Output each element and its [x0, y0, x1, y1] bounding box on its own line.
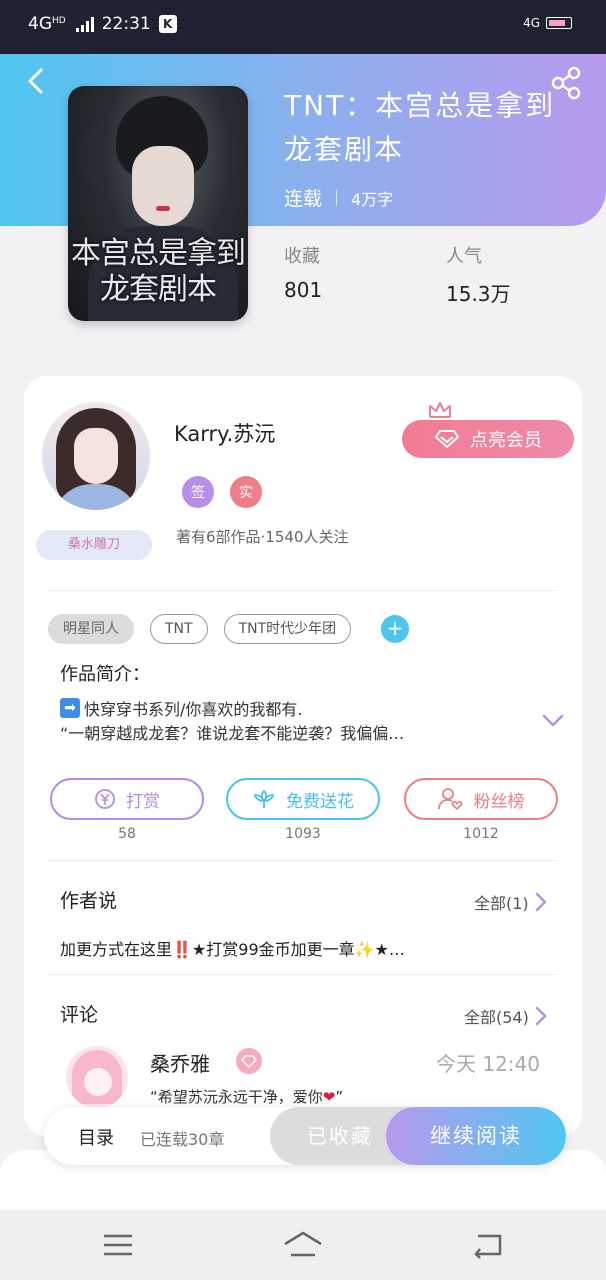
- signal-icon: [75, 16, 94, 32]
- meta-divider: [336, 189, 338, 206]
- status-right: 4G: [523, 16, 572, 30]
- fan-ranking-button[interactable]: 粉丝榜: [404, 778, 558, 820]
- table-of-contents-button[interactable]: 目录: [78, 1124, 114, 1150]
- user-heart-icon: [437, 788, 462, 811]
- vip-diamond-icon: [236, 1048, 262, 1074]
- tag-item[interactable]: TNT: [150, 614, 208, 644]
- stat-popularity: 人气 15.3万: [446, 242, 511, 307]
- send-flower-label: 免费送花: [286, 791, 354, 812]
- author-says-heading: 作者说: [60, 890, 118, 912]
- stat-value: 15.3万: [446, 282, 511, 306]
- cover-figure-face: [132, 146, 194, 226]
- author-role-badges: 签 实: [182, 476, 262, 508]
- intro-heading: 作品简介：: [60, 664, 150, 685]
- vip-button[interactable]: 点亮会员: [402, 420, 574, 458]
- signed-badge: 签: [182, 476, 214, 508]
- commenter-name[interactable]: 桑乔雅: [150, 1048, 210, 1077]
- system-nav-bar: [0, 1210, 606, 1280]
- author-avatar[interactable]: [42, 402, 150, 510]
- vip-button-label: 点亮会员: [470, 430, 542, 451]
- tag-item[interactable]: TNT时代少年团: [223, 614, 352, 644]
- author-says-all-link[interactable]: 全部(1): [474, 890, 547, 914]
- heart-icon: ❤: [322, 1088, 336, 1106]
- clock: 22:31: [101, 14, 151, 34]
- comments-all-link[interactable]: 全部(54): [464, 1004, 547, 1028]
- back-nav-icon[interactable]: [468, 1230, 508, 1260]
- comment-time: 今天 12:40: [436, 1052, 540, 1076]
- fan-badge: 桑水雕刀: [36, 530, 152, 560]
- fan-count: 1012: [463, 826, 499, 842]
- send-flower-button[interactable]: 免费送花: [226, 778, 380, 820]
- comment-text-body: “希望苏沅永远干净，爱你: [150, 1088, 323, 1106]
- intro-line-2: “一朝穿越成龙套？谁说龙套不能逆袭？我偏偏…: [60, 724, 405, 743]
- back-icon[interactable]: [22, 66, 52, 96]
- status-bar: 4GHD 22:31 K 4G: [0, 0, 606, 54]
- crown-icon: [429, 402, 451, 418]
- intro-line-1-text: 快穿穿书系列/你喜欢的我都有.: [84, 700, 303, 719]
- book-detail-card: 桑水雕刀 Karry.苏沅 点亮会员 签 实 著有6部作品·1540人关注 明星…: [24, 376, 582, 1136]
- network-indicator: 4GHD: [28, 14, 66, 34]
- stat-value: 801: [284, 278, 323, 302]
- cover-figure-lips: [156, 206, 170, 211]
- right-network: 4G: [523, 16, 540, 30]
- stat-favorites: 收藏 801: [284, 242, 322, 302]
- author-name[interactable]: Karry.苏沅: [174, 418, 275, 448]
- status-left: 4GHD 22:31 K: [28, 14, 177, 34]
- comment-text: “希望苏沅永远干净，爱你❤”: [150, 1086, 343, 1107]
- divider: [48, 590, 558, 591]
- chevron-down-icon[interactable]: [540, 712, 566, 730]
- continue-reading-button[interactable]: 继续阅读: [386, 1107, 566, 1165]
- author-says-text[interactable]: 加更方式在这里‼️★打赏99金币加更一章✨★…: [60, 936, 405, 960]
- reward-count: 58: [118, 826, 136, 842]
- comment-text-end: ”: [335, 1088, 344, 1106]
- book-meta: 连载 4万字: [284, 184, 393, 211]
- flower-icon: [253, 789, 275, 808]
- commenter-avatar[interactable]: [66, 1046, 128, 1108]
- author-stats: 著有6部作品·1540人关注: [176, 528, 349, 546]
- battery-icon: [546, 17, 572, 29]
- divider: [48, 860, 558, 861]
- arrow-right-icon: ➡: [60, 698, 80, 718]
- stat-label: 人气: [446, 246, 482, 267]
- menu-icon[interactable]: [98, 1230, 138, 1260]
- tag-list: 明星同人 TNT TNT时代少年团 +: [48, 614, 410, 644]
- flower-count: 1093: [285, 826, 321, 842]
- tag-item[interactable]: 明星同人: [48, 614, 134, 644]
- yen-coin-icon: [95, 789, 115, 809]
- verified-badge: 实: [230, 476, 262, 508]
- fan-ranking-label: 粉丝榜: [473, 791, 525, 812]
- serial-status: 连载: [284, 188, 323, 210]
- word-count: 4万字: [351, 189, 394, 209]
- app-badge: K: [158, 15, 177, 33]
- chapter-count: 已连载30章: [140, 1130, 225, 1149]
- reward-button[interactable]: 打赏: [50, 778, 204, 820]
- comments-all-label: 全部(54): [464, 1008, 529, 1027]
- intro-line-1: ➡ 快穿穿书系列/你喜欢的我都有.: [60, 696, 302, 720]
- avatar-face: [74, 428, 118, 484]
- divider: [48, 974, 558, 975]
- diamond-icon: [435, 430, 459, 448]
- book-cover[interactable]: 本宫总是拿到龙套剧本: [68, 86, 248, 321]
- commenter-avatar-face: [84, 1068, 112, 1096]
- chevron-right-icon: [535, 1006, 547, 1026]
- reward-label: 打赏: [126, 791, 160, 812]
- add-tag-button[interactable]: +: [381, 615, 410, 643]
- cover-title: 本宫总是拿到龙套剧本: [71, 236, 246, 307]
- comments-heading: 评论: [60, 1004, 99, 1026]
- author-says-all-label: 全部(1): [474, 894, 529, 913]
- reading-action-bar: 目录 已连载30章 已收藏 继续阅读: [44, 1107, 566, 1165]
- home-icon[interactable]: [283, 1230, 323, 1260]
- chevron-right-icon: [535, 892, 546, 912]
- stat-label: 收藏: [284, 246, 320, 267]
- book-title: TNT：本宫总是拿到龙套剧本: [284, 89, 556, 166]
